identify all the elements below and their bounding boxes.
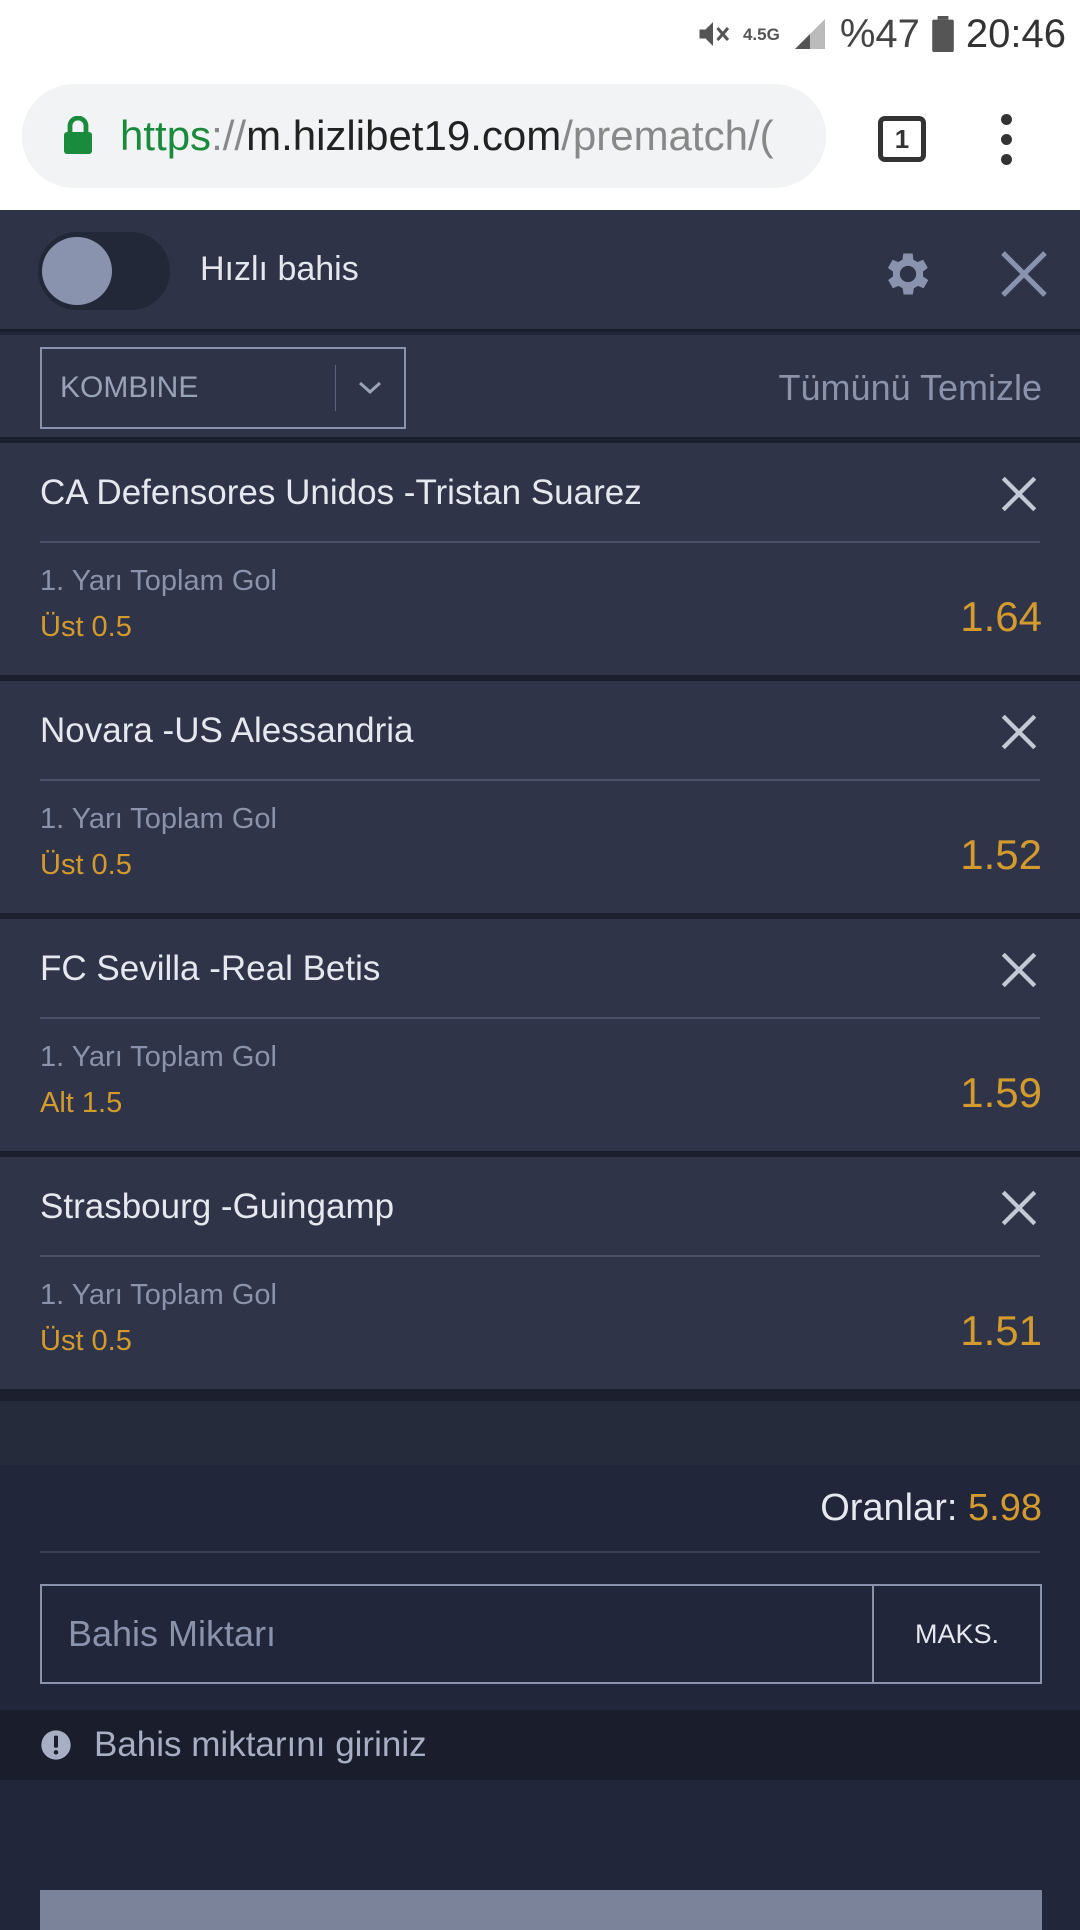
url-host: m.hizlibet19.com <box>246 112 562 159</box>
url-path: /prematch/( <box>561 112 774 159</box>
total-odds-value: 5.98 <box>968 1487 1042 1529</box>
bet-item: FC Sevilla -Real Betis 1. Yarı Toplam Go… <box>0 919 1080 1157</box>
betslip-header: Hızlı bahis <box>0 210 1080 332</box>
bet-list: CA Defensores Unidos -Tristan Suarez 1. … <box>0 443 1080 1395</box>
bet-odds: 1.52 <box>960 831 1042 878</box>
alert-icon <box>41 1730 71 1760</box>
betslip-totals: Oranlar: 5.98 MAKS. <box>0 1465 1080 1715</box>
bet-market: 1. Yarı Toplam Gol <box>40 1279 277 1311</box>
bet-type-value: KOMBINE <box>60 371 199 404</box>
browser-menu-icon[interactable] <box>996 114 1016 166</box>
quick-bet-toggle[interactable] <box>38 232 170 310</box>
chevron-down-icon <box>336 380 404 396</box>
betslip-type-row: KOMBINE Tümünü Temizle <box>0 335 1080 443</box>
address-bar[interactable]: https://m.hizlibet19.com/prematch/( <box>22 84 826 188</box>
stake-warning: Bahis miktarını giriniz <box>0 1710 1080 1780</box>
max-stake-button[interactable]: MAKS. <box>872 1586 1040 1682</box>
bet-match-title: Novara -US Alessandria <box>40 711 414 750</box>
remove-bet-icon[interactable] <box>998 473 1040 515</box>
bet-match-title: CA Defensores Unidos -Tristan Suarez <box>40 473 642 512</box>
url-text: https://m.hizlibet19.com/prematch/( <box>120 112 774 160</box>
tab-switcher-button[interactable]: 1 <box>878 116 926 162</box>
totals-divider <box>40 1551 1040 1553</box>
bet-item: CA Defensores Unidos -Tristan Suarez 1. … <box>0 443 1080 681</box>
bet-divider <box>40 779 1040 781</box>
status-bar: 4.5G %47 20:46 <box>0 0 1080 68</box>
bet-market: 1. Yarı Toplam Gol <box>40 565 277 597</box>
browser-toolbar: https://m.hizlibet19.com/prematch/( 1 <box>0 68 1080 210</box>
bet-item: Strasbourg -Guingamp 1. Yarı Toplam Gol … <box>0 1157 1080 1395</box>
gear-icon[interactable] <box>880 246 936 302</box>
url-scheme: https <box>120 112 212 159</box>
close-icon[interactable] <box>996 246 1052 302</box>
url-separator: :// <box>211 112 247 159</box>
bet-selection: Alt 1.5 <box>40 1087 123 1119</box>
section-separator <box>0 1395 1080 1465</box>
battery-icon <box>932 16 954 52</box>
stake-input[interactable] <box>42 1586 872 1682</box>
toggle-knob <box>42 237 112 305</box>
remove-bet-icon[interactable] <box>998 949 1040 991</box>
bet-divider <box>40 1255 1040 1257</box>
total-odds: Oranlar: 5.98 <box>820 1487 1042 1530</box>
network-type: 4.5G <box>742 24 780 44</box>
total-odds-label: Oranlar: <box>820 1487 958 1529</box>
battery-percent: %47 <box>839 11 920 56</box>
bet-selection: Üst 0.5 <box>40 611 132 643</box>
bet-divider <box>40 541 1040 543</box>
stake-field: MAKS. <box>40 1584 1042 1684</box>
bet-market: 1. Yarı Toplam Gol <box>40 803 277 835</box>
bet-selection: Üst 0.5 <box>40 1325 132 1357</box>
bet-odds: 1.51 <box>960 1307 1042 1354</box>
warning-text: Bahis miktarını giriniz <box>94 1725 427 1764</box>
place-bet-button[interactable] <box>40 1890 1042 1930</box>
bet-selection: Üst 0.5 <box>40 849 132 881</box>
bet-odds: 1.59 <box>960 1069 1042 1116</box>
bet-divider <box>40 1017 1040 1019</box>
bet-item: Novara -US Alessandria 1. Yarı Toplam Go… <box>0 681 1080 919</box>
clear-all-link[interactable]: Tümünü Temizle <box>779 367 1042 409</box>
lock-icon <box>64 116 92 154</box>
remove-bet-icon[interactable] <box>998 711 1040 753</box>
remove-bet-icon[interactable] <box>998 1187 1040 1229</box>
bet-type-select[interactable]: KOMBINE <box>40 347 406 429</box>
bet-match-title: FC Sevilla -Real Betis <box>40 949 381 988</box>
bet-match-title: Strasbourg -Guingamp <box>40 1187 395 1226</box>
clock: 20:46 <box>965 11 1066 56</box>
signal-icon <box>794 19 825 49</box>
bet-odds: 1.64 <box>960 593 1042 640</box>
mute-icon <box>699 22 730 46</box>
quick-bet-label: Hızlı bahis <box>200 250 359 288</box>
bet-market: 1. Yarı Toplam Gol <box>40 1041 277 1073</box>
